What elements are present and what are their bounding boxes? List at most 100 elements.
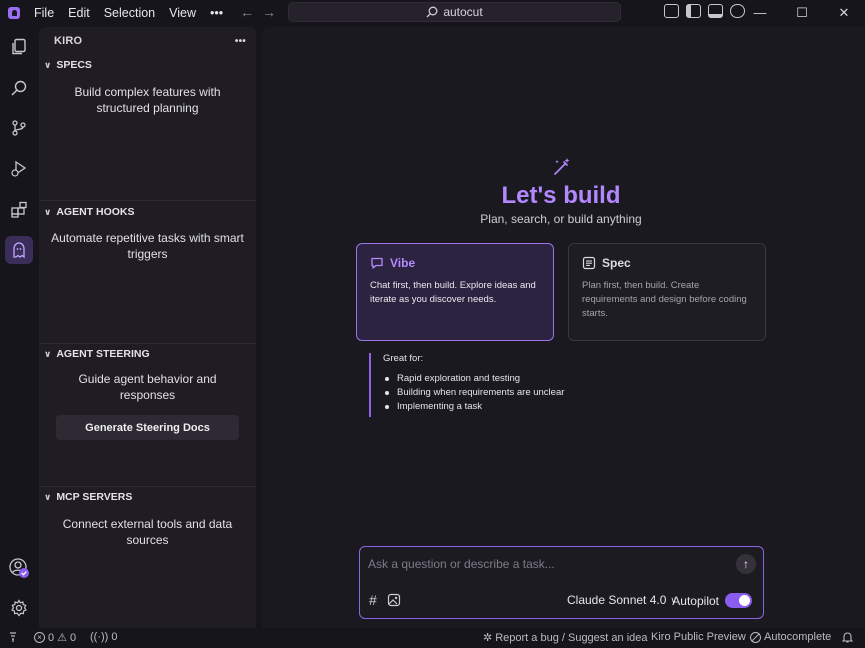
kiro-ghost-icon[interactable]	[5, 236, 33, 264]
section-specs-title: SPECS	[56, 59, 92, 71]
vibe-mode-card[interactable]: Vibe Chat first, then build. Explore ide…	[356, 243, 554, 341]
model-selector[interactable]: Claude Sonnet 4.0 ∨	[567, 593, 677, 607]
chevron-down-icon: ∨	[44, 206, 52, 217]
vibe-mode-description: Chat first, then build. Explore ideas an…	[370, 280, 536, 305]
remote-icon[interactable]	[8, 631, 18, 643]
send-arrow-up-icon[interactable]: ↑	[736, 554, 756, 574]
command-center[interactable]: autocut	[288, 2, 621, 22]
context-hash-icon[interactable]: #	[369, 592, 377, 608]
customize-layout-icon[interactable]	[664, 4, 679, 18]
generate-steering-docs-button[interactable]: Generate Steering Docs	[56, 415, 239, 440]
explorer-icon[interactable]	[5, 33, 33, 61]
bug-icon: ✲	[483, 632, 493, 644]
chevron-down-icon: ∨	[44, 59, 52, 70]
autocomplete-toggle[interactable]: Autocomplete	[750, 631, 831, 643]
section-specs: ∨ SPECS Build complex features with struc…	[39, 55, 256, 200]
layout-controls	[664, 4, 745, 18]
menu-selection[interactable]: Selection	[104, 6, 155, 20]
menu-bar: File Edit Selection View •••	[34, 6, 237, 20]
warning-count: 0	[70, 631, 77, 644]
section-mcp-servers-description: Connect external tools and data sources	[62, 517, 233, 547]
document-list-icon	[582, 256, 596, 270]
title-bar: File Edit Selection View ••• ← → autocut…	[0, 0, 865, 25]
section-specs-description: Build complex features with structured p…	[74, 85, 221, 115]
section-mcp-servers-title: MCP SERVERS	[56, 491, 133, 503]
nav-arrows: ← →	[240, 4, 276, 20]
sidebar-header: KIRO •••	[39, 27, 256, 55]
close-icon[interactable]: ✕	[823, 0, 865, 25]
broadcast-icon: ((·))	[90, 631, 109, 643]
page-subtitle: Plan, search, or build anything	[480, 212, 642, 226]
chevron-down-icon: ∨	[44, 348, 52, 359]
problems-indicator[interactable]: × 0 ⚠ 0	[34, 631, 76, 644]
chat-input-box[interactable]: Ask a question or describe a task... ↑ #…	[359, 546, 764, 619]
section-agent-steering-description: Guide agent behavior and responses	[78, 372, 217, 402]
account-icon[interactable]	[5, 554, 33, 582]
error-count: 0	[48, 631, 55, 644]
back-arrow-icon[interactable]: ←	[240, 4, 254, 20]
spec-mode-title: Spec	[602, 256, 631, 270]
warning-icon: ⚠	[57, 632, 67, 644]
sidebar-more-icon[interactable]: •••	[235, 36, 246, 47]
report-bug-link[interactable]: ✲ Report a bug / Suggest an idea	[483, 631, 648, 645]
error-icon: ×	[34, 632, 45, 643]
maximize-icon[interactable]: ☐	[781, 0, 823, 25]
spec-mode-header: Spec	[582, 256, 752, 270]
vibe-mode-title: Vibe	[390, 256, 416, 270]
section-mcp-servers-header[interactable]: ∨ MCP SERVERS	[39, 487, 256, 507]
source-control-icon[interactable]	[5, 114, 33, 142]
vibe-mode-header: Vibe	[370, 256, 540, 270]
command-center-text: autocut	[443, 5, 483, 19]
chat-tools: #	[369, 592, 401, 608]
menu-view[interactable]: View	[169, 6, 196, 20]
great-for-panel: Great for: Rapid exploration and testing…	[369, 353, 564, 417]
autopilot-toggle[interactable]	[725, 593, 752, 608]
notifications-bell-icon[interactable]	[842, 631, 853, 643]
settings-gear-icon[interactable]	[5, 594, 33, 622]
section-mcp-servers: ∨ MCP SERVERS Connect external tools and …	[39, 486, 256, 628]
sidebar-title: KIRO	[54, 35, 83, 47]
more-menu-icon[interactable]: •••	[210, 6, 223, 20]
model-name: Claude Sonnet 4.0	[567, 593, 667, 607]
list-item: Building when requirements are unclear	[383, 386, 564, 400]
menu-edit[interactable]: Edit	[68, 6, 90, 20]
section-agent-hooks-description: Automate repetitive tasks with smart tri…	[51, 231, 244, 261]
forward-arrow-icon[interactable]: →	[262, 4, 276, 20]
chat-bubble-icon	[371, 257, 383, 269]
run-debug-icon[interactable]	[5, 155, 33, 183]
ports-indicator[interactable]: ((·)) 0	[90, 631, 117, 643]
extensions-icon[interactable]	[5, 196, 33, 224]
spec-mode-card[interactable]: Spec Plan first, then build. Create requ…	[568, 243, 766, 341]
activity-bar	[0, 25, 38, 628]
minimize-icon[interactable]: —	[739, 0, 781, 25]
toggle-primary-sidebar-icon[interactable]	[686, 4, 701, 18]
search-icon	[426, 6, 438, 18]
list-item: Implementing a task	[383, 400, 564, 414]
section-agent-steering: ∨ AGENT STEERING Guide agent behavior and…	[39, 343, 256, 486]
ports-count: 0	[111, 631, 118, 643]
page-title: Let's build	[501, 182, 621, 209]
section-agent-hooks: ∨ AGENT HOOKS Automate repetitive tasks w…	[39, 200, 256, 343]
magic-wand-icon	[554, 158, 570, 175]
section-agent-hooks-header[interactable]: ∨ AGENT HOOKS	[39, 202, 256, 222]
autopilot-label: Autopilot	[672, 593, 719, 608]
window-controls: — ☐ ✕	[739, 0, 865, 25]
great-for-title: Great for:	[383, 353, 424, 364]
great-for-list: Rapid exploration and testing Building w…	[383, 372, 564, 414]
section-agent-steering-header[interactable]: ∨ AGENT STEERING	[39, 344, 256, 364]
section-specs-header[interactable]: ∨ SPECS	[39, 55, 256, 75]
image-attach-icon[interactable]	[387, 593, 401, 607]
chevron-down-icon: ∨	[44, 491, 52, 502]
list-item: Rapid exploration and testing	[383, 372, 564, 386]
menu-file[interactable]: File	[34, 6, 54, 20]
report-bug-text: Report a bug / Suggest an idea	[495, 631, 648, 644]
disabled-circle-icon	[750, 631, 761, 643]
main-panel: Let's build Plan, search, or build anyth…	[262, 27, 865, 628]
preview-label[interactable]: Kiro Public Preview	[651, 631, 746, 643]
status-bar: × 0 ⚠ 0 ((·)) 0 ✲ Report a bug / Suggest…	[0, 628, 865, 648]
kiro-logo-icon	[8, 6, 20, 19]
autocomplete-text: Autocomplete	[764, 631, 832, 643]
search-icon[interactable]	[5, 74, 33, 102]
chat-input-placeholder[interactable]: Ask a question or describe a task...	[368, 557, 555, 571]
toggle-panel-icon[interactable]	[708, 4, 723, 18]
